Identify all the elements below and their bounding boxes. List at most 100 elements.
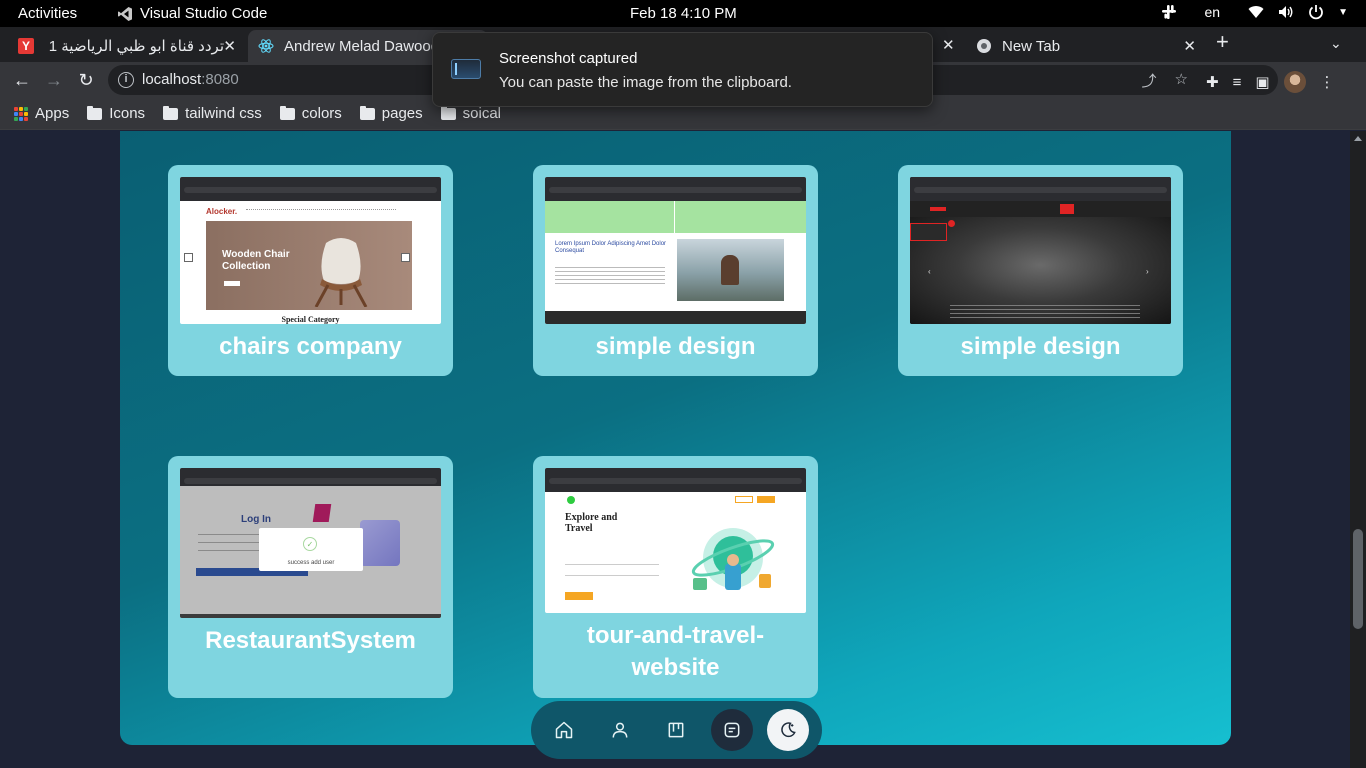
close-tab-icon[interactable]: ✕	[223, 37, 236, 55]
bookmark-label: Icons	[109, 105, 146, 122]
side-panel-icon[interactable]: ▣	[1255, 73, 1269, 91]
tab-label: تردد قناة ابو ظبي الرياضية 1	[48, 38, 224, 55]
project-card[interactable]: Explore and Travel tour-and-travel-websi…	[533, 456, 818, 698]
nav-projects-button[interactable]	[655, 709, 697, 751]
chair-hero: Wooden Chair Collection	[206, 221, 412, 310]
project-screenshot: Alocker. Wooden Chair Collection Special…	[180, 177, 441, 324]
carousel-prev-icon	[184, 253, 193, 262]
bookmark-apps[interactable]: Apps	[14, 105, 69, 122]
hero-prev-icon: ‹	[928, 267, 931, 276]
login-shape-decoration	[312, 504, 332, 522]
page-scrollbar[interactable]	[1350, 131, 1366, 768]
volume-icon[interactable]	[1278, 4, 1294, 20]
checkmark-icon: ✓	[303, 537, 317, 551]
screenshot-clipboard-icon	[451, 59, 481, 79]
bookmark-label: tailwind css	[185, 105, 262, 122]
yandex-icon: Y	[18, 38, 34, 54]
folder-icon	[87, 105, 103, 120]
close-tab-icon[interactable]: ✕	[942, 36, 955, 54]
nav-contact-button[interactable]	[711, 709, 753, 751]
bookmark-star-icon[interactable]: ☆	[1175, 70, 1188, 91]
tab-label: New Tab	[1002, 37, 1061, 55]
bookmark-folder-soical[interactable]: soical	[440, 105, 502, 122]
project-title: tour-and-travel-website	[586, 622, 765, 681]
language-indicator[interactable]: en	[1205, 4, 1221, 20]
travel-submit-button	[565, 592, 593, 600]
bookmark-folder-colors[interactable]: colors	[279, 105, 342, 122]
page-viewport: Alocker. Wooden Chair Collection Special…	[0, 131, 1350, 768]
nav-about-button[interactable]	[599, 709, 641, 751]
bookmark-folder-pages[interactable]: pages	[359, 105, 423, 122]
back-arrow-icon[interactable]: ←	[11, 69, 33, 91]
dark-site-logo	[930, 207, 946, 211]
screenshot-notification[interactable]: Screenshot captured You can paste the im…	[432, 32, 933, 107]
focused-app-name: Visual Studio Code	[140, 5, 268, 22]
scroll-up-arrow-icon[interactable]	[1354, 136, 1362, 141]
notification-title: Screenshot captured	[499, 50, 638, 67]
chair-illustration	[314, 238, 368, 307]
lorem-paragraph	[555, 267, 665, 285]
screenshot-browser-chrome	[910, 177, 1171, 201]
system-tray[interactable]: en ▼	[1161, 4, 1348, 20]
project-card[interactable]: Lorem Ipsum Dolor Adipiscing Amet Dolor …	[533, 165, 818, 376]
close-switcher-icon	[948, 220, 955, 227]
travel-form-fields	[565, 564, 659, 586]
theme-toggle-icon	[781, 722, 796, 738]
folder-icon	[359, 105, 375, 120]
project-card[interactable]: ‹ › simple design	[898, 165, 1183, 376]
folder-icon	[163, 105, 179, 120]
carousel-next-icon	[401, 253, 410, 262]
profile-avatar[interactable]	[1283, 71, 1306, 93]
tab-yandex[interactable]: Y تردد قناة ابو ظبي الرياضية 1 ✕	[8, 30, 246, 62]
project-screenshot: ‹ ›	[910, 177, 1171, 324]
nav-home-button[interactable]	[543, 709, 585, 751]
clock[interactable]: Feb 18 4:10 PM	[630, 5, 737, 22]
system-menu-chevron-icon[interactable]: ▼	[1338, 7, 1348, 18]
success-modal: ✓ success add user	[259, 528, 363, 571]
focused-app-menu[interactable]: Visual Studio Code	[117, 5, 267, 22]
chair-hero-button	[224, 281, 240, 286]
success-message: success add user	[287, 560, 335, 566]
login-heading: Log In	[241, 514, 271, 525]
tab-search-chevron-icon[interactable]: ⌄	[1330, 35, 1342, 52]
theme-toggle-button[interactable]	[767, 709, 809, 751]
site-info-icon[interactable]: i	[118, 72, 134, 88]
url-host: localhost	[142, 71, 202, 88]
reload-icon[interactable]: ↻	[75, 69, 97, 91]
screenshot-browser-chrome	[545, 177, 806, 201]
share-icon[interactable]: ⤴	[1142, 70, 1157, 91]
bookmark-folder-icons[interactable]: Icons	[87, 105, 145, 122]
new-tab-plus-icon[interactable]: +	[1216, 29, 1229, 55]
screenshot-taskbar	[180, 614, 441, 618]
chair-hero-heading: Wooden Chair Collection	[222, 249, 290, 272]
power-icon[interactable]	[1308, 4, 1324, 20]
extension-area: ✚ ≡ ▣ ⋮	[1206, 71, 1335, 93]
lorem-heading: Lorem Ipsum Dolor Adipiscing Amet Dolor …	[555, 241, 667, 254]
bookmark-folder-tailwind[interactable]: tailwind css	[163, 105, 262, 122]
project-card[interactable]: Log In ✓ success add user RestaurantSyst…	[168, 456, 453, 698]
login-illustration	[360, 520, 400, 566]
forward-arrow-icon[interactable]: →	[43, 69, 65, 91]
home-icon	[555, 721, 573, 739]
floating-nav-dock	[531, 701, 822, 759]
system-top-bar: Activities Visual Studio Code Feb 18 4:1…	[0, 0, 1366, 27]
nav-active-item	[1060, 204, 1074, 214]
chrome-menu-icon[interactable]: ⋮	[1320, 73, 1335, 91]
color-switcher-box	[910, 223, 947, 241]
bookmark-label: colors	[301, 105, 342, 122]
slack-icon[interactable]	[1161, 4, 1177, 20]
reading-list-icon[interactable]: ≡	[1233, 74, 1242, 91]
chrome-icon	[977, 39, 991, 53]
bookmark-label: soical	[462, 105, 502, 122]
activities-button[interactable]: Activities	[18, 5, 77, 22]
scrollbar-thumb[interactable]	[1353, 529, 1363, 629]
react-icon	[258, 39, 274, 53]
screenshot-browser-chrome	[180, 177, 441, 201]
project-screenshot: Explore and Travel	[545, 468, 806, 613]
wifi-icon[interactable]	[1248, 4, 1264, 20]
tab-new-tab[interactable]: New Tab ✕	[966, 30, 1206, 62]
address-url[interactable]: localhost:8080	[142, 71, 239, 88]
extensions-puzzle-icon[interactable]: ✚	[1206, 73, 1219, 91]
close-tab-icon[interactable]: ✕	[1183, 37, 1196, 55]
project-card[interactable]: Alocker. Wooden Chair Collection Special…	[168, 165, 453, 376]
